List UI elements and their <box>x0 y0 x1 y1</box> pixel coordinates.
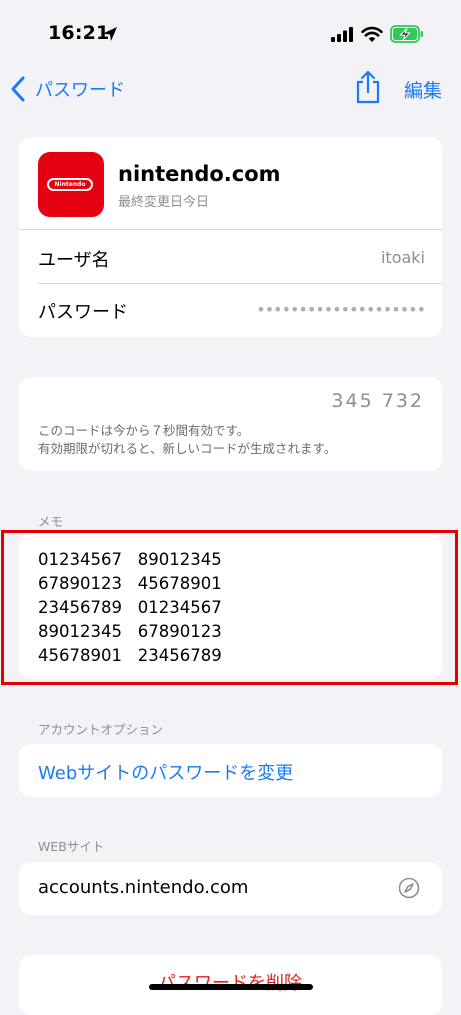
cellular-signal-icon <box>331 27 353 42</box>
wifi-icon <box>361 26 383 42</box>
back-button[interactable]: パスワード <box>35 76 125 102</box>
share-icon[interactable] <box>355 70 381 104</box>
change-password-link[interactable]: Webサイトのパスワードを変更 <box>38 759 293 785</box>
password-value[interactable]: •••••••••••••••••••• <box>256 300 426 319</box>
location-arrow-icon <box>103 27 117 41</box>
compass-icon[interactable] <box>398 877 420 899</box>
username-label: ユーザ名 <box>38 250 110 271</box>
highlight-box <box>1 530 458 685</box>
memo-section-label: メモ <box>38 514 64 529</box>
divider <box>19 229 442 230</box>
website-url[interactable]: accounts.nintendo.com <box>38 877 248 898</box>
divider <box>38 283 442 284</box>
last-modified: 最終変更日今日 <box>118 195 210 210</box>
verification-note: このコードは今から７秒間有効です。 有効期限が切れると、新しいコードが生成されま… <box>38 423 337 456</box>
nintendo-logo: Nintendo <box>38 152 104 217</box>
verification-code[interactable]: 345 732 <box>331 390 424 412</box>
home-indicator <box>149 984 313 990</box>
password-label: パスワード <box>38 302 128 323</box>
edit-button[interactable]: 編集 <box>404 76 442 103</box>
account-options-section-label: アカウントオプション <box>38 722 164 737</box>
username-value[interactable]: itoaki <box>381 248 425 267</box>
battery-charging-icon <box>390 25 423 43</box>
site-title: nintendo.com <box>118 162 281 186</box>
delete-password-button[interactable]: パスワードを削除 <box>158 969 302 995</box>
back-chevron-icon[interactable] <box>8 76 28 102</box>
website-section-label: WEBサイト <box>38 839 105 854</box>
